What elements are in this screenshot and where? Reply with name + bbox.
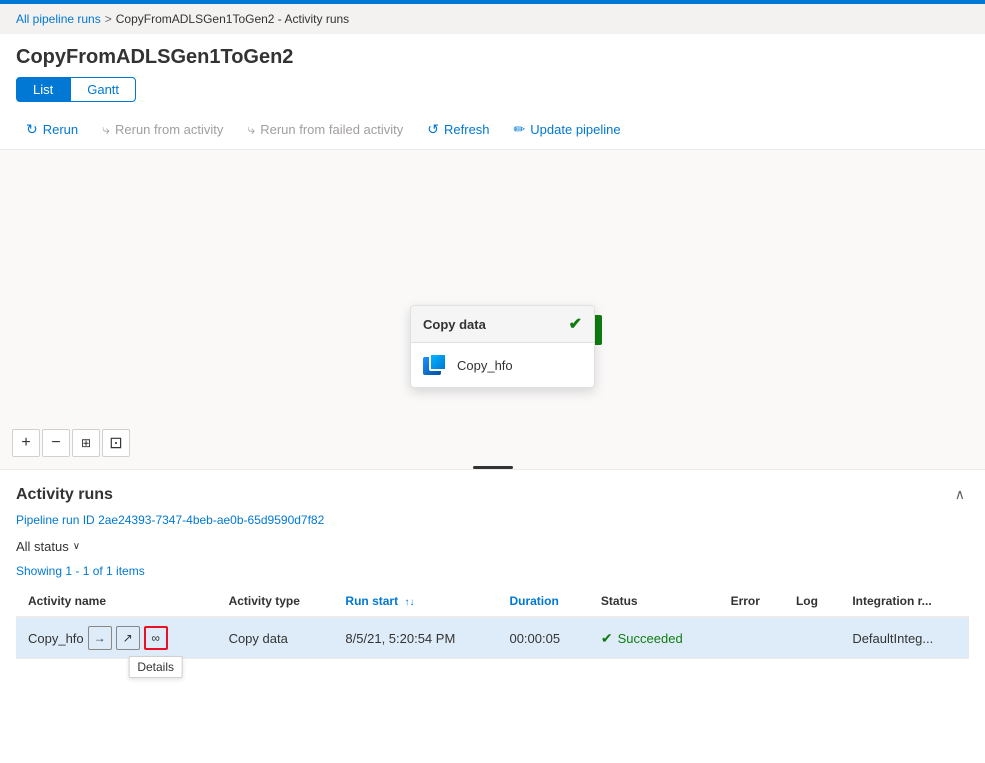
cell-integration-runtime: DefaultInteg... [840, 617, 969, 659]
cell-error [719, 617, 784, 659]
popup-header-label: Copy data [423, 317, 486, 332]
view-toggle: List Gantt [16, 77, 969, 102]
rerun-from-failed-label: Rerun from failed activity [260, 122, 403, 137]
zoom-controls: + − ⊞ ⊡ [12, 429, 130, 457]
expand-icon: ⊡ [109, 433, 122, 453]
cell-activity-name: Copy_hfo → ↗ ∞ Details [16, 617, 217, 659]
refresh-icon: ↺ [427, 121, 439, 138]
run-start-label: Run start [345, 594, 398, 608]
status-text: Succeeded [618, 631, 683, 646]
edit-icon: ✏ [514, 121, 526, 138]
refresh-label: Refresh [444, 122, 490, 137]
action-details-wrapper: ∞ Details [144, 626, 168, 650]
col-error: Error [719, 586, 784, 617]
action-input-button[interactable]: → [88, 626, 112, 650]
fit-to-screen-button[interactable]: ⊞ [72, 429, 100, 457]
table-row[interactable]: Copy_hfo → ↗ ∞ Details Copy data 8/5/21,… [16, 617, 969, 659]
zoom-in-icon: + [21, 434, 30, 452]
activity-popup: Copy data ✔ Copy_hfo [410, 305, 595, 388]
col-log: Log [784, 586, 840, 617]
popup-check-icon: ✔ [569, 314, 582, 334]
section-header: Activity runs ∧ [16, 482, 969, 507]
update-pipeline-label: Update pipeline [530, 122, 620, 137]
zoom-out-button[interactable]: − [42, 429, 70, 457]
gantt-view-button[interactable]: Gantt [70, 77, 136, 102]
col-status: Status [589, 586, 719, 617]
col-activity-type: Activity type [217, 586, 334, 617]
rerun-from-failed-button[interactable]: ⤷ Rerun from failed activity [237, 116, 413, 143]
tooltip-text: Details [128, 656, 183, 678]
popup-header: Copy data ✔ [411, 306, 594, 343]
col-integration-runtime: Integration r... [840, 586, 969, 617]
cell-activity-type: Copy data [217, 617, 334, 659]
pipeline-run-id: Pipeline run ID 2ae24393-7347-4beb-ae0b-… [16, 513, 969, 527]
status-filter-label: All status [16, 539, 69, 554]
activity-runs-section: Activity runs ∧ Pipeline run ID 2ae24393… [0, 470, 985, 659]
chevron-down-icon: ∨ [73, 541, 80, 552]
table-body: Copy_hfo → ↗ ∞ Details Copy data 8/5/21,… [16, 617, 969, 659]
rerun-from-failed-icon: ⤷ [247, 121, 255, 138]
fit-icon: ⊞ [81, 436, 91, 450]
rerun-icon: ↻ [26, 121, 38, 138]
rerun-from-activity-icon: ⤷ [102, 121, 110, 138]
col-activity-name: Activity name [16, 586, 217, 617]
cell-duration: 00:00:05 [497, 617, 588, 659]
refresh-button[interactable]: ↺ Refresh [417, 116, 499, 143]
canvas-area[interactable]: Copy data ✔ Copy_hfo + − ⊞ ⊡ [0, 150, 985, 470]
popup-item-label: Copy_hfo [457, 358, 513, 373]
rerun-button[interactable]: ↻ Rerun [16, 116, 88, 143]
breadcrumb: All pipeline runs > CopyFromADLSGen1ToGe… [0, 4, 985, 34]
cell-log [784, 617, 840, 659]
rerun-from-activity-button[interactable]: ⤷ Rerun from activity [92, 116, 233, 143]
copy-data-icon [423, 353, 447, 377]
activity-runs-table: Activity name Activity type Run start ↑↓… [16, 586, 969, 659]
breadcrumb-current: CopyFromADLSGen1ToGen2 - Activity runs [116, 12, 349, 26]
popup-item[interactable]: Copy_hfo [411, 343, 594, 387]
rerun-label: Rerun [43, 122, 78, 137]
col-duration[interactable]: Duration [497, 586, 588, 617]
update-pipeline-button[interactable]: ✏ Update pipeline [504, 116, 631, 143]
sort-arrows-icon: ↑↓ [404, 597, 414, 608]
table-header: Activity name Activity type Run start ↑↓… [16, 586, 969, 617]
zoom-out-icon: − [51, 434, 60, 452]
success-icon: ✔ [601, 630, 613, 647]
row-actions: → ↗ ∞ Details [88, 626, 168, 650]
action-output-button[interactable]: ↗ [116, 626, 140, 650]
list-view-button[interactable]: List [16, 77, 70, 102]
scroll-indicator [473, 466, 513, 469]
breadcrumb-separator: > [105, 12, 112, 26]
toolbar: ↻ Rerun ⤷ Rerun from activity ⤷ Rerun fr… [0, 110, 985, 150]
cell-run-start: 8/5/21, 5:20:54 PM [333, 617, 497, 659]
rerun-from-activity-label: Rerun from activity [115, 122, 223, 137]
page-title-area: CopyFromADLSGen1ToGen2 [0, 34, 985, 77]
collapse-button[interactable]: ∧ [951, 482, 969, 507]
page-title: CopyFromADLSGen1ToGen2 [16, 46, 969, 69]
zoom-in-button[interactable]: + [12, 429, 40, 457]
col-run-start[interactable]: Run start ↑↓ [333, 586, 497, 617]
section-title: Activity runs [16, 486, 113, 504]
action-details-button[interactable]: ∞ [144, 626, 168, 650]
showing-count: Showing 1 - 1 of 1 items [16, 564, 969, 578]
status-success-badge: ✔ Succeeded [601, 630, 707, 647]
activity-name-text: Copy_hfo [28, 631, 84, 646]
status-filter[interactable]: All status ∨ [16, 535, 80, 558]
expand-button[interactable]: ⊡ [102, 429, 130, 457]
cell-status: ✔ Succeeded [589, 617, 719, 659]
breadcrumb-link[interactable]: All pipeline runs [16, 12, 101, 26]
pipeline-run-id-label: Pipeline run ID [16, 513, 95, 527]
pipeline-run-id-value: 2ae24393-7347-4beb-ae0b-65d9590d7f82 [98, 513, 324, 527]
